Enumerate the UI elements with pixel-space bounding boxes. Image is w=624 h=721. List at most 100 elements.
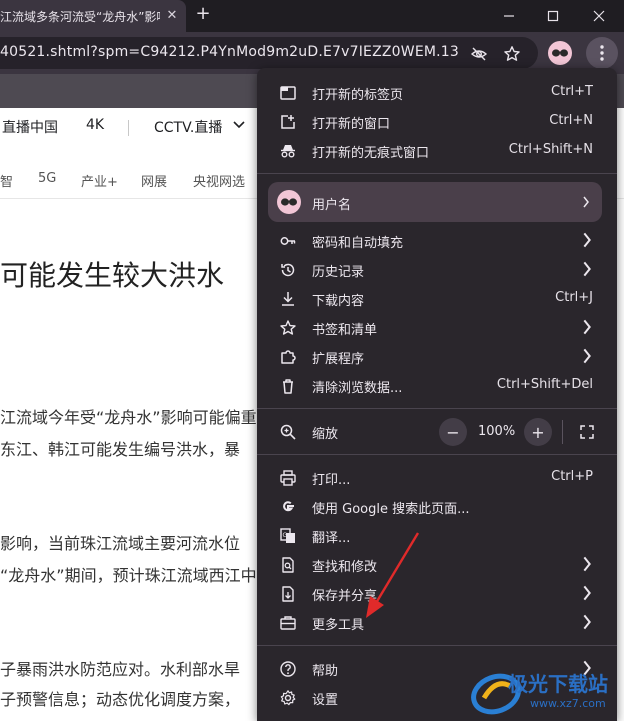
nav2-link[interactable]: 产业+ (81, 171, 118, 190)
watermark-text: 极光下载站 (508, 672, 608, 696)
menu-item-label: 密码和自动填充 (312, 236, 404, 251)
menu-item-passwords-autofill[interactable]: 密码和自动填充 (257, 226, 617, 255)
menu-item-label: 打开新的标签页 (312, 88, 404, 103)
bookmark-star-icon (280, 320, 296, 335)
minimize-button[interactable] (486, 0, 532, 32)
menu-item-shortcut: Ctrl+J (555, 290, 593, 305)
menu-item-shortcut: Ctrl+Shift+N (508, 142, 593, 157)
menu-item-label: 更多工具 (312, 618, 365, 633)
browser-menu-button[interactable] (586, 37, 618, 69)
nav2-link[interactable]: 央视网选 (193, 171, 245, 190)
zoom-in-button[interactable]: + (524, 418, 552, 446)
menu-item-history[interactable]: 历史记录 (257, 255, 617, 284)
menu-item-label: 查找和修改 (312, 560, 378, 575)
chevron-right-icon (583, 196, 589, 208)
sunglasses-avatar-icon (281, 198, 297, 206)
sunglasses-avatar-icon (552, 49, 568, 57)
menu-item-label: 清除浏览数据... (312, 381, 403, 396)
nav2-link[interactable]: 智 (0, 171, 13, 190)
menu-item-label: 打开新的窗口 (312, 117, 391, 132)
translate-icon: G (280, 528, 295, 543)
menu-separator (257, 645, 617, 646)
save-share-icon (282, 586, 294, 602)
extension-icon (281, 350, 296, 364)
menu-item-incognito-window[interactable]: 打开新的无痕式窗口 Ctrl+Shift+N (257, 136, 617, 165)
menu-item-search-page-google[interactable]: 使用 Google 搜索此页面... (257, 492, 617, 521)
incognito-icon (281, 145, 295, 158)
history-icon (281, 263, 295, 277)
menu-item-label: 翻译... (312, 531, 351, 546)
menu-item-print[interactable]: 打印... Ctrl+P (257, 463, 617, 492)
bookmark-star-icon[interactable] (503, 45, 521, 63)
nav-link-4k[interactable]: 4K (86, 117, 104, 133)
close-icon (593, 10, 605, 22)
chevron-right-icon (583, 319, 591, 335)
menu-item-zoom: 缩放 (257, 417, 617, 446)
nav2-link[interactable]: 网展 (141, 171, 167, 190)
toolbox-icon (280, 616, 296, 630)
chevron-down-icon[interactable] (233, 121, 245, 129)
google-icon (283, 501, 294, 512)
tab-close-icon[interactable]: ✕ (164, 8, 180, 24)
zoom-divider (562, 420, 563, 444)
menu-item-label: 设置 (312, 693, 339, 708)
browser-main-menu: 打开新的标签页 Ctrl+T 打开新的窗口 Ctrl+N 打开新的无痕式窗口 C… (257, 68, 617, 721)
menu-item-translate[interactable]: G 翻译... (257, 521, 617, 550)
menu-item-more-tools[interactable]: 更多工具 (257, 608, 617, 637)
zoom-magnifier-icon (280, 424, 296, 440)
fullscreen-button[interactable] (577, 422, 597, 442)
address-bar[interactable]: 40521.shtml?spm=C94212.P4YnMod9m2uD.E7v7… (0, 37, 538, 69)
help-icon (280, 661, 296, 677)
menu-item-shortcut: Ctrl+T (551, 84, 593, 99)
menu-item-extensions[interactable]: 扩展程序 (257, 342, 617, 371)
article-paragraph-line: 江流域今年受“龙舟水”影响可能偏重 (0, 408, 257, 427)
close-window-button[interactable] (576, 0, 622, 32)
menu-item-downloads[interactable]: 下载内容 Ctrl+J (257, 284, 617, 313)
menu-item-label: 使用 Google 搜索此页面... (312, 502, 470, 517)
menu-item-new-tab[interactable]: 打开新的标签页 Ctrl+T (257, 78, 617, 107)
fullscreen-icon (580, 425, 594, 439)
new-tab-button[interactable]: + (192, 3, 214, 25)
menu-profile-row[interactable]: 用户名 (268, 182, 602, 222)
key-icon (280, 237, 296, 245)
new-tab-icon (280, 86, 296, 100)
find-icon (282, 557, 294, 573)
print-icon (280, 470, 296, 486)
zoom-out-button[interactable]: − (439, 418, 467, 446)
chevron-right-icon (583, 556, 591, 572)
chevron-right-icon (583, 232, 591, 248)
menu-item-label: 书签和清单 (312, 323, 378, 338)
new-window-icon (281, 115, 295, 129)
more-vert-icon (600, 45, 604, 61)
menu-item-shortcut: Ctrl+Shift+Del (496, 377, 593, 392)
nav-link-cctv-zhibo[interactable]: CCTV.直播 (154, 117, 222, 137)
menu-item-label: 缩放 (312, 427, 339, 442)
profile-avatar[interactable] (548, 41, 572, 65)
minimize-icon (504, 15, 514, 17)
nav2-link[interactable]: 5G (38, 171, 56, 186)
menu-item-label: 扩展程序 (312, 352, 365, 367)
tracking-protection-eye-off-icon[interactable] (470, 45, 488, 63)
menu-item-save-share[interactable]: 保存并分享 (257, 579, 617, 608)
nav-divider (128, 120, 129, 136)
chevron-right-icon (583, 585, 591, 601)
maximize-button[interactable] (530, 0, 576, 32)
maximize-icon (547, 10, 559, 22)
trash-icon (283, 379, 293, 394)
nav-link-zhibo-zhongguo[interactable]: 直播中国 (2, 117, 58, 137)
menu-item-clear-browsing-data[interactable]: 清除浏览数据... Ctrl+Shift+Del (257, 371, 617, 400)
menu-item-label: 打印... (312, 473, 351, 488)
url-text[interactable]: 40521.shtml?spm=C94212.P4YnMod9m2uD.E7v7… (0, 44, 459, 60)
settings-gear-icon (280, 690, 296, 706)
menu-item-label: 保存并分享 (312, 589, 378, 604)
menu-item-bookmarks-lists[interactable]: 书签和清单 (257, 313, 617, 342)
menu-item-new-window[interactable]: 打开新的窗口 Ctrl+N (257, 107, 617, 136)
zoom-level: 100% (478, 424, 516, 439)
download-icon (282, 292, 294, 306)
tab-strip: 江流域多条河流受“龙舟水”影响 ✕ + (0, 0, 624, 32)
menu-item-shortcut: Ctrl+N (549, 113, 593, 128)
chevron-right-icon (583, 348, 591, 364)
menu-item-find-edit[interactable]: 查找和修改 (257, 550, 617, 579)
article-paragraph-line: “龙舟水”期间，预计珠江流域西江中 (0, 566, 257, 585)
browser-tab-active[interactable]: 江流域多条河流受“龙舟水”影响 ✕ (0, 0, 186, 32)
